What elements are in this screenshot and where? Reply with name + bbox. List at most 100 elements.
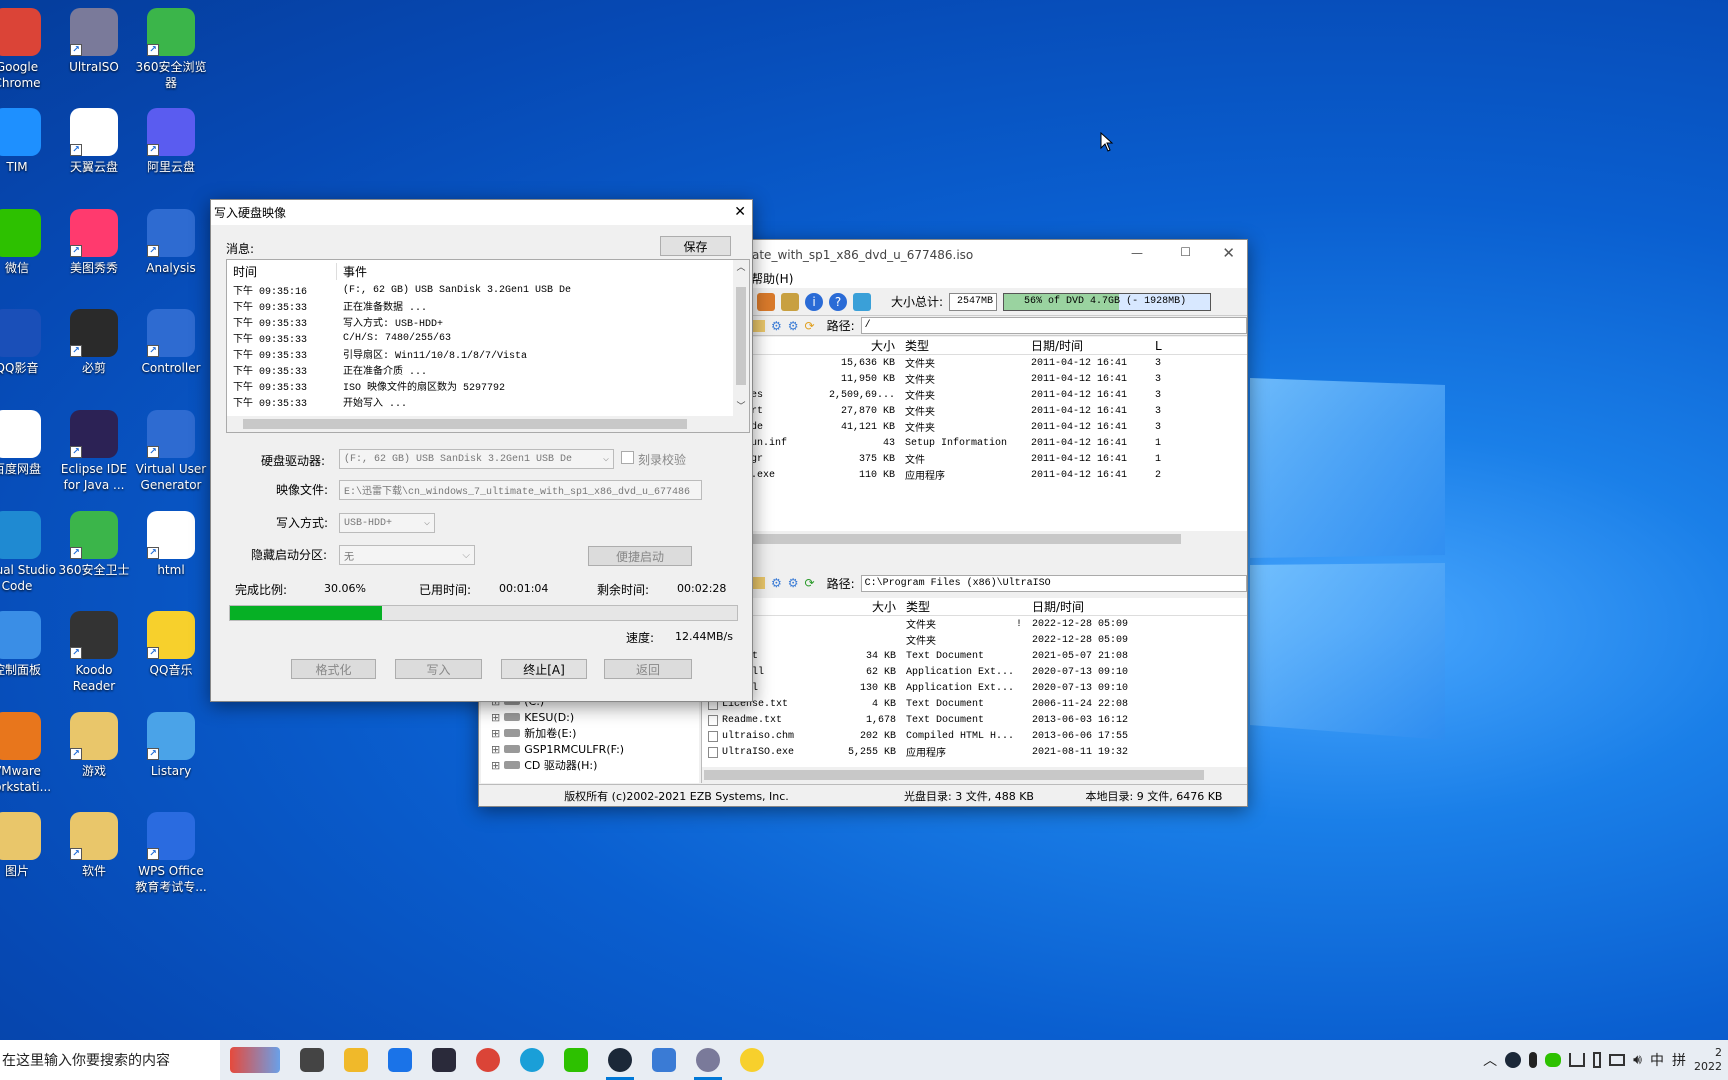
gear-icon[interactable]: ⚙ (771, 319, 782, 333)
log-col-event[interactable]: 事件 (337, 263, 367, 280)
desktop-icon[interactable]: Google Chrome (0, 8, 56, 91)
local-file-row[interactable]: ultraiso.chm 202 KB Compiled HTML H... 2013… (702, 728, 1247, 744)
news-widget[interactable] (220, 1040, 290, 1080)
col-date[interactable]: 日期/时间 (1027, 337, 1145, 354)
desktop-icon[interactable]: VMware Workstati... (0, 712, 56, 795)
close-icon[interactable]: ✕ (734, 204, 746, 220)
iso-file-row[interactable]: de 41,121 KB 文件夹 2011-04-12 16:41 3 (751, 419, 1247, 436)
local-file-row[interactable]: ell.dll62 KBApplication Ext...2020-07-13… (702, 664, 1247, 680)
log-vscroll[interactable]: ︿ ﹀ (733, 260, 749, 418)
tree-drive-item[interactable]: ⊞ GSP1RMCULFR(F:) (481, 741, 699, 757)
desktop-icon[interactable]: QQ影音 (0, 309, 56, 376)
col-size[interactable]: 大小 (751, 337, 895, 354)
hidden-partition-select[interactable]: 无 (339, 545, 475, 565)
iso-file-row[interactable]: un.inf 43 Setup Information 2011-04-12 16:4… (751, 435, 1247, 451)
taskbar-steam-button[interactable] (598, 1040, 642, 1080)
local-file-row[interactable]: rs文件夹2022-12-28 05:09 (702, 632, 1247, 648)
log-row[interactable]: 下午 09:35:33 ISO 映像文件的扇区数为 5297792 (227, 378, 749, 394)
desktop-icon[interactable]: TIM (0, 108, 56, 175)
taskbar-ultraiso-button[interactable] (686, 1040, 730, 1080)
desktop-icon[interactable]: ↗ 天翼云盘 (55, 108, 133, 175)
taskbar-settings-button[interactable] (642, 1040, 686, 1080)
log-row[interactable]: 下午 09:35:33 正在准备介质 ... (227, 362, 749, 378)
desktop-icon[interactable]: ↗ 必剪 (55, 309, 133, 376)
desktop-icon[interactable]: ↗ 360安全浏览器 (132, 8, 210, 91)
log-row[interactable]: 下午 09:35:33 开始写入 ... (227, 394, 749, 410)
iso-file-row[interactable]: 11,950 KB 文件夹 2011-04-12 16:41 3 (751, 371, 1247, 388)
col-date[interactable]: 日期/时间 (1028, 598, 1084, 615)
taskbar-file-explorer-button[interactable] (334, 1040, 378, 1080)
ime-indicator[interactable]: 中 (1650, 1050, 1664, 1070)
desktop-icon[interactable]: ↗ Koodo Reader (55, 611, 133, 694)
desktop-icon[interactable]: ↗ html (132, 511, 210, 578)
network-icon[interactable] (1569, 1053, 1586, 1067)
search-box[interactable]: 在这里输入你要搜索的内容 (0, 1040, 220, 1080)
desktop-icon[interactable]: Visual Studio Code (0, 511, 56, 594)
write-button[interactable]: 写入 (395, 659, 482, 679)
chevron-up-icon[interactable]: ︿ (1483, 1050, 1497, 1070)
folder-icon[interactable] (751, 319, 765, 332)
menu-help[interactable]: 帮助(H) (751, 272, 793, 286)
iso-file-row[interactable]: gr 375 KB 文件 2011-04-12 16:41 1 (751, 451, 1247, 468)
desktop-icon[interactable]: ↗ WPS Office 教育考试专... (132, 812, 210, 895)
log-row[interactable]: 下午 09:35:33 写入方式: USB-HDD+ (227, 314, 749, 330)
usb-icon[interactable] (1593, 1052, 1602, 1068)
gear-icon[interactable]: ⚙ (788, 576, 799, 590)
desktop-icon[interactable]: ↗ 软件 (55, 812, 133, 879)
close-icon[interactable]: ✕ (1222, 244, 1235, 262)
desktop-icon[interactable]: ↗ 游戏 (55, 712, 133, 779)
log-row[interactable]: 下午 09:35:33 正在准备数据 ... (227, 298, 749, 314)
back-button[interactable]: 返回 (604, 659, 692, 679)
log-row[interactable]: 下午 09:35:16 (F:, 62 GB) USB SanDisk 3.2Ge… (227, 282, 749, 299)
extract-icon[interactable] (781, 292, 799, 311)
help-icon[interactable]: ? (829, 292, 847, 311)
desktop-icon[interactable]: ↗ 美图秀秀 (55, 209, 133, 276)
desktop-icon[interactable]: ↗ 360安全卫士 (55, 511, 133, 578)
drive-select[interactable]: (F:, 62 GB) USB SanDisk 3.2Gen1 USB De (339, 449, 614, 469)
iso-file-row[interactable]: es 2,509,69... 文件夹 2011-04-12 16:41 3 (751, 387, 1247, 404)
volume-icon[interactable]: 🔊︎ (1633, 1052, 1642, 1068)
mic-icon[interactable] (1529, 1052, 1538, 1068)
taskbar-task-view-button[interactable] (290, 1040, 334, 1080)
iso-file-row[interactable]: .exe 110 KB 应用程序 2011-04-12 16:41 2 (751, 467, 1247, 484)
log-row[interactable]: 下午 09:35:33 C/H/S: 7480/255/63 (227, 330, 749, 347)
expand-icon[interactable]: ⊞ (491, 743, 500, 756)
info-icon[interactable]: i (805, 292, 823, 311)
iso-file-row[interactable]: 15,636 KB 文件夹 2011-04-12 16:41 3 (751, 355, 1247, 372)
desktop-icon[interactable]: 图片 (0, 812, 56, 879)
taskbar-chrome-button[interactable] (466, 1040, 510, 1080)
local-file-row[interactable]: Readme.txt 1,678 Text Document 2013-06-03 1… (702, 712, 1247, 728)
taskbar-qq-music-button[interactable] (730, 1040, 774, 1080)
iso-hscroll[interactable] (751, 531, 1247, 547)
save-button[interactable]: 保存 (660, 236, 731, 256)
desktop-icon[interactable]: ↗ Eclipse IDE for Java ... (55, 410, 133, 493)
desktop-icon[interactable]: 微信 (0, 209, 56, 276)
abort-button[interactable]: 终止[A] (501, 659, 587, 679)
ime-mode[interactable]: 拼 (1672, 1050, 1686, 1070)
clock[interactable]: 2 2022 (1694, 1046, 1722, 1074)
expand-icon[interactable]: ⊞ (491, 711, 500, 724)
refresh-icon[interactable]: ⟳ (805, 319, 815, 333)
log-hscroll[interactable] (227, 416, 749, 432)
minimize-icon[interactable]: — (1131, 246, 1143, 260)
tree-drive-item[interactable]: ⊞ CD 驱动器(H:) (481, 757, 699, 773)
log-col-time[interactable]: 时间 (227, 262, 337, 280)
desktop-icon[interactable]: 控制面板 (0, 611, 56, 678)
desktop-icon[interactable]: 百度网盘 (0, 410, 56, 477)
local-file-row[interactable]: License.txt 4 KB Text Document 2006-11-24 2… (702, 696, 1247, 712)
folder-icon[interactable] (751, 577, 765, 589)
local-file-row[interactable]: ry.txt34 KBText Document2021-05-07 21:08 (702, 648, 1247, 664)
refresh-icon[interactable]: ⟳ (805, 576, 815, 590)
write-mode-select[interactable]: USB-HDD+ (339, 513, 435, 533)
local-file-row[interactable]: UltraISO.exe 5,255 KB 应用程序 2021-08-11 19:32 (702, 744, 1247, 760)
desktop-icon[interactable]: ↗ Virtual User Generator (132, 410, 210, 493)
tree-drive-item[interactable]: ⊞ KESU(D:) (481, 709, 699, 725)
image-file-field[interactable]: E:\迅雷下载\cn_windows_7_ultimate_with_sp1_x… (339, 480, 702, 500)
quick-boot-button[interactable]: 便捷启动 (588, 546, 692, 566)
taskbar-edge-button[interactable] (510, 1040, 554, 1080)
desktop-icon[interactable]: ↗ Listary (132, 712, 210, 779)
col-type[interactable]: 类型 (896, 598, 1028, 615)
desktop-icon[interactable]: ↗ Analysis (132, 209, 210, 276)
gear-icon[interactable]: ⚙ (788, 319, 799, 333)
wechat-tray-icon[interactable] (1545, 1053, 1562, 1067)
